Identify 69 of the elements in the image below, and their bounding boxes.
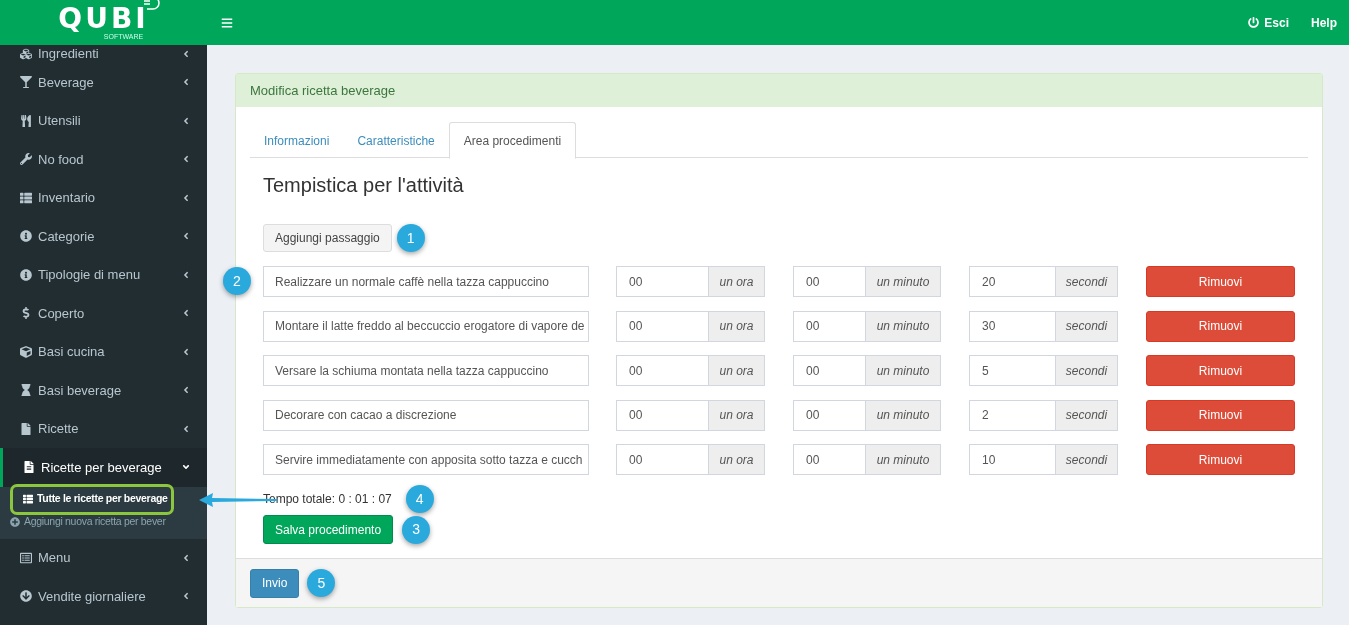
time-input[interactable]: 00	[616, 399, 709, 431]
sidebar-item[interactable]: Ricette per beverage	[0, 448, 207, 487]
callout-number: 1	[396, 224, 425, 252]
time-input[interactable]: 20	[969, 266, 1056, 297]
remove-button[interactable]: Rimuovi	[1146, 310, 1295, 342]
logo-text: QUBI	[58, 4, 149, 33]
remove-button[interactable]: Rimuovi	[1146, 399, 1295, 431]
time-input[interactable]: 00	[793, 399, 866, 431]
step-description-input[interactable]: Versare la schiuma montata nella tazza cappuccino	[263, 355, 589, 386]
callout-number: 4	[405, 485, 434, 513]
time-input[interactable]: 10	[969, 444, 1056, 475]
unit-label: secondi	[1056, 355, 1118, 386]
sidebar-item[interactable]: Vendite giornaliere	[0, 577, 207, 616]
remove-button[interactable]: Rimuovi	[1146, 444, 1295, 475]
time-input[interactable]: 00	[616, 266, 709, 297]
tab[interactable]: Informazioni	[250, 122, 344, 159]
callout-number: 3	[402, 515, 431, 544]
panel-header: Modifica ricetta beverage	[236, 74, 1322, 107]
unit-label: un minuto	[866, 444, 941, 475]
unit-label: un minuto	[866, 355, 941, 386]
sidebar-item[interactable]: Ingredienti	[0, 45, 207, 63]
time-input[interactable]: 00	[616, 310, 709, 342]
unit-label: secondi	[1056, 266, 1118, 297]
sidebar-item[interactable]: Ricette	[0, 409, 207, 448]
sidebar-item[interactable]: Inventario	[0, 178, 207, 217]
callout-number: 2	[223, 267, 251, 295]
time-input[interactable]: 00	[616, 444, 709, 475]
sidebar-item[interactable]: Tipologie di menu	[0, 255, 207, 294]
unit-label: un minuto	[866, 310, 941, 342]
section-heading: Tempistica per l'attività	[263, 173, 465, 198]
unit-label: un ora	[709, 444, 765, 475]
unit-label: un ora	[709, 355, 765, 386]
step-description-input[interactable]: Montare il latte freddo al beccuccio erogatore di vapore de	[263, 310, 589, 342]
time-input[interactable]: 00	[793, 266, 866, 297]
submenu-item[interactable]: Tutte le ricette per beverage	[13, 486, 171, 512]
submenu-item[interactable]: Aggiungi nuova ricetta per bever	[0, 510, 168, 534]
unit-label: un minuto	[866, 266, 941, 297]
remove-button[interactable]: Rimuovi	[1146, 266, 1295, 297]
time-input[interactable]: 00	[616, 355, 709, 386]
remove-button[interactable]: Rimuovi	[1146, 355, 1295, 386]
time-input[interactable]: 30	[969, 310, 1056, 342]
unit-label: secondi	[1056, 310, 1118, 342]
time-input[interactable]: 00	[793, 355, 866, 386]
time-input[interactable]: 00	[793, 444, 866, 475]
time-input[interactable]: 2	[969, 399, 1056, 431]
sidebar-item[interactable]: Basi beverage	[0, 371, 207, 410]
sidebar-item[interactable]: Basi cucina	[0, 332, 207, 371]
unit-label: un ora	[709, 399, 765, 431]
unit-label: un ora	[709, 310, 765, 342]
step-description-input[interactable]: Realizzare un normale caffè nella tazza cappuccino	[263, 266, 589, 297]
unit-label: un minuto	[866, 399, 941, 431]
sidebar-item[interactable]: Menu	[0, 538, 207, 577]
sidebar-item[interactable]: Utensili	[0, 101, 207, 140]
time-input[interactable]: 5	[969, 355, 1056, 386]
add-step-button[interactable]: Aggiungi passaggio	[263, 224, 392, 252]
unit-label: un ora	[709, 266, 765, 297]
sidebar-item[interactable]: Coperto	[0, 294, 207, 333]
sidebar-item[interactable]: Beverage	[0, 63, 207, 102]
unit-label: secondi	[1056, 399, 1118, 431]
unit-label: secondi	[1056, 444, 1118, 475]
step-description-input[interactable]: Servire immediatamente con apposita sotto tazza e cucch	[263, 444, 589, 475]
tab[interactable]: Area procedimenti	[448, 122, 577, 159]
callout-number: 5	[307, 569, 336, 597]
sidebar-item[interactable]: No food	[0, 140, 207, 179]
time-input[interactable]: 00	[793, 310, 866, 342]
submit-button[interactable]: Invio	[250, 568, 300, 598]
tab[interactable]: Caratteristiche	[343, 122, 449, 159]
sidebar-item[interactable]: Categorie	[0, 217, 207, 256]
step-description-input[interactable]: Decorare con cacao a discrezione	[263, 399, 589, 431]
